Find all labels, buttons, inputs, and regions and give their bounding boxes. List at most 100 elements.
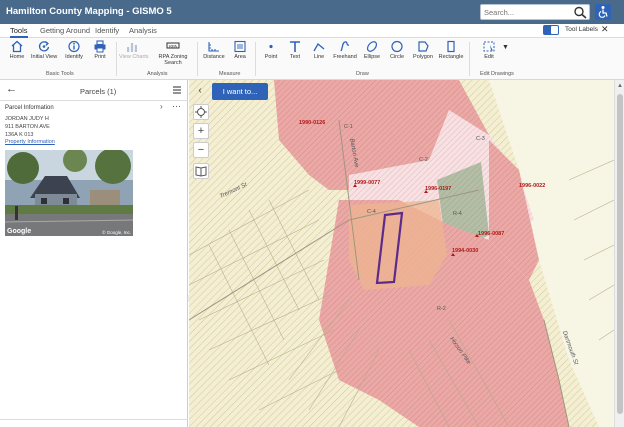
case-label: 1994-0030 xyxy=(452,248,479,254)
measure-group-label: Measure xyxy=(219,71,241,77)
initial-view-label: Initial View xyxy=(31,54,58,60)
chevron-down-icon[interactable]: ▼ xyxy=(502,44,509,51)
area-label: Area xyxy=(234,54,246,60)
home-label: Home xyxy=(9,54,25,60)
chart-icon xyxy=(127,43,137,52)
page-scrollbar[interactable]: ▲ xyxy=(614,80,624,427)
list-icon[interactable] xyxy=(172,85,182,95)
line-icon xyxy=(313,43,325,52)
google-logo: Google xyxy=(7,228,32,235)
owner-name: JORDAN JUDY H xyxy=(5,116,49,122)
book-icon xyxy=(195,166,207,177)
street-view-photo[interactable]: Google © Google, Inc. xyxy=(5,150,133,236)
freehand-button[interactable]: Freehand xyxy=(332,40,358,60)
ribbon-divider xyxy=(116,42,117,76)
distance-button[interactable]: Distance xyxy=(201,40,227,60)
identify-icon xyxy=(68,40,80,53)
tool-labels-label: Tool Labels xyxy=(565,26,598,33)
photo-copyright: © Google, Inc. xyxy=(102,230,131,235)
back-arrow-icon[interactable]: ← xyxy=(6,83,17,95)
zoom-in-button[interactable]: + xyxy=(193,123,209,139)
area-icon xyxy=(234,40,246,53)
ribbon-divider xyxy=(255,42,256,76)
zoom-out-button[interactable]: − xyxy=(193,142,209,158)
map-collapse-arrow[interactable]: ‹ xyxy=(193,84,207,98)
edit-button[interactable]: Edit xyxy=(476,40,502,60)
zoning-search-button[interactable]: RPA RPA Zoning Search xyxy=(159,40,187,66)
print-icon xyxy=(94,40,106,53)
search-icon[interactable] xyxy=(573,6,587,19)
circle-button[interactable]: Circle xyxy=(384,40,410,60)
case-label: 1996-0022 xyxy=(519,183,546,189)
tab-analysis[interactable]: Analysis xyxy=(129,26,157,35)
text-button[interactable]: Text xyxy=(282,40,308,60)
panel-header: ← Parcels (1) xyxy=(0,80,188,101)
map-view[interactable]: ‹ I want to... + − 1990-0126 1999-0077 1… xyxy=(189,80,614,427)
print-button[interactable]: Print xyxy=(87,40,113,60)
view-charts-label: View Charts xyxy=(119,54,149,60)
parcel-info-heading: Parcel Information xyxy=(5,105,54,111)
rectangle-button[interactable]: Rectangle xyxy=(438,40,464,60)
zone-label: R-4 xyxy=(453,211,462,217)
text-label: Text xyxy=(289,54,301,60)
property-info-link[interactable]: Property Information xyxy=(5,139,55,145)
basic-tools-group-label: Basic Tools xyxy=(46,71,74,77)
svg-text:RPA: RPA xyxy=(169,43,177,48)
edit-icon xyxy=(483,41,495,52)
parcel-id: 136A K 013 xyxy=(5,132,34,138)
tool-labels-toggle[interactable] xyxy=(543,25,559,35)
app-title: Hamilton County Mapping - GISMO 5 xyxy=(6,6,172,17)
case-label: 1996-0197 xyxy=(425,186,452,192)
freehand-label: Freehand xyxy=(333,54,357,60)
tab-tools[interactable]: Tools xyxy=(10,26,28,38)
tab-identify[interactable]: Identify xyxy=(95,26,119,35)
case-label: 1996-0087 xyxy=(478,231,505,237)
chevron-right-icon[interactable]: › xyxy=(160,102,163,111)
circle-icon xyxy=(391,40,403,53)
home-button[interactable]: Home xyxy=(4,40,30,60)
draw-group-label: Draw xyxy=(356,71,369,77)
distance-icon xyxy=(208,42,219,52)
analysis-group-label: Analysis xyxy=(147,71,168,77)
toggle-knob xyxy=(551,26,558,34)
initial-view-button[interactable]: Initial View xyxy=(31,40,57,60)
ellipse-button[interactable]: Ellipse xyxy=(359,40,385,60)
tab-getting-around[interactable]: Getting Around xyxy=(40,26,90,35)
rectangle-icon xyxy=(447,40,455,53)
search-box[interactable] xyxy=(480,4,590,20)
text-icon xyxy=(290,41,300,52)
close-icon[interactable]: ✕ xyxy=(601,24,609,35)
polygon-button[interactable]: Polygon xyxy=(410,40,436,60)
line-button[interactable]: Line xyxy=(306,40,332,60)
scroll-up-icon[interactable]: ▲ xyxy=(616,82,624,90)
i-want-to-button[interactable]: I want to... xyxy=(212,83,268,100)
identify-button[interactable]: Identify xyxy=(61,40,87,60)
area-button[interactable]: Area xyxy=(227,40,253,60)
home-icon xyxy=(11,40,23,53)
zone-label: C-4 xyxy=(367,209,376,215)
legend-button[interactable] xyxy=(193,163,209,179)
point-icon xyxy=(269,44,273,49)
parcel-address: 911 BARTON AVE xyxy=(5,124,50,130)
search-input[interactable] xyxy=(484,7,570,18)
panel-footer xyxy=(0,419,188,427)
line-label: Line xyxy=(313,54,325,60)
point-label: Point xyxy=(264,54,278,60)
point-button[interactable]: Point xyxy=(258,40,284,60)
zone-label: R-2 xyxy=(437,306,446,312)
ribbon-toolbar: Home Initial View Identify Print Basic T… xyxy=(0,38,624,80)
edit-drawings-group-label: Edit Drawings xyxy=(480,71,514,77)
accessibility-button[interactable] xyxy=(595,4,611,20)
distance-label: Distance xyxy=(203,54,225,60)
results-panel: ← Parcels (1) Parcel Information › ⋯ JOR… xyxy=(0,80,192,427)
initial-view-icon xyxy=(38,41,50,52)
view-charts-button[interactable]: View Charts xyxy=(119,40,149,60)
zone-label: C-2 xyxy=(419,157,428,163)
case-label: 1999-0077 xyxy=(354,180,381,186)
scroll-thumb[interactable] xyxy=(617,94,623,414)
locate-button[interactable] xyxy=(193,104,209,120)
more-options-icon[interactable]: ⋯ xyxy=(172,101,181,112)
ellipse-label: Ellipse xyxy=(363,54,381,60)
panel-title: Parcels (1) xyxy=(80,87,117,96)
locate-icon xyxy=(195,106,207,118)
